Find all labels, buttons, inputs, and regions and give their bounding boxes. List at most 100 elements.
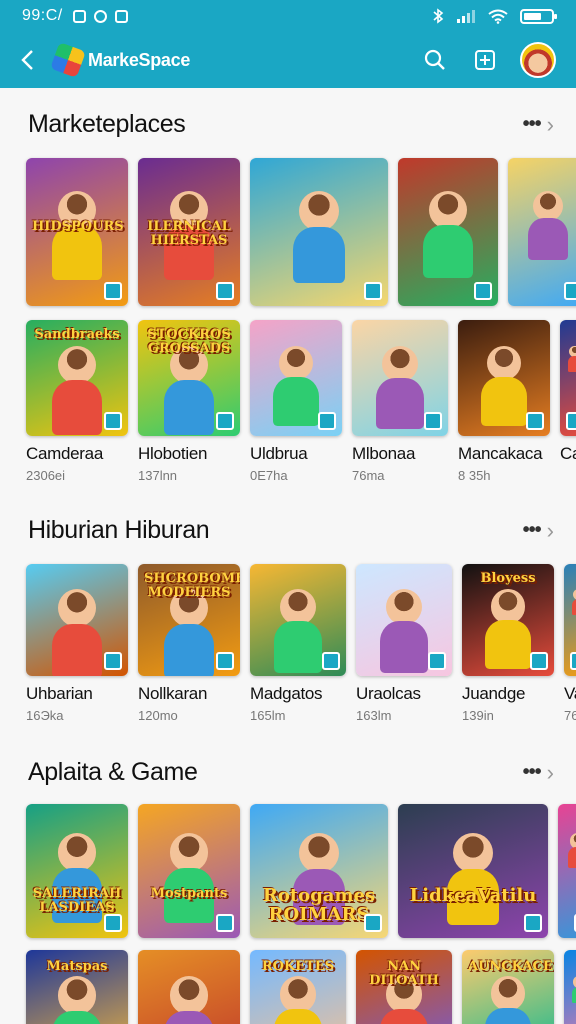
app-item[interactable]: Va 76 [564, 564, 576, 723]
back-button[interactable] [0, 32, 54, 88]
chevron-left-icon [21, 50, 33, 70]
app-item[interactable]: SHCROBOMEIS MODEIERS Nollkaran 120mo [138, 564, 240, 723]
card-art-title: Mostpants [150, 886, 228, 902]
character-illustration [57, 588, 97, 628]
app-badge-icon [104, 652, 122, 670]
app-card-image[interactable]: Bloyess [462, 564, 554, 676]
character-body [528, 217, 568, 261]
app-size: 163lm [356, 708, 392, 723]
app-card-image[interactable]: Sandbraeks [26, 320, 128, 436]
avatar[interactable] [520, 42, 556, 78]
character-body [51, 1011, 103, 1024]
app-card-image[interactable]: ILERNICAL HIERSTAS [138, 158, 240, 306]
app-item[interactable]: Rotogames ROIMARS [250, 804, 388, 938]
app-item[interactable] [138, 950, 240, 1024]
app-item[interactable] [250, 158, 388, 306]
app-item[interactable] [398, 158, 498, 306]
app-badge-icon [524, 914, 542, 932]
app-card-image[interactable] [564, 564, 576, 676]
app-card-image[interactable]: LidkeaVatilu [398, 804, 548, 938]
section-more-button[interactable]: ••• › [523, 518, 554, 544]
search-button[interactable] [420, 45, 450, 75]
app-item[interactable]: Uhbarian 16Эka [26, 564, 128, 723]
app-card-image[interactable]: Mostpants [138, 804, 240, 938]
app-card-image[interactable]: STOCKROS GROSSADS [138, 320, 240, 436]
app-item[interactable]: Mlbonaa 76ma [352, 320, 448, 483]
app-item[interactable]: Mancakaca 8 35h [458, 320, 550, 483]
app-item[interactable]: Uraolcas 163lm [356, 564, 452, 723]
app-badge-icon [526, 412, 544, 430]
app-item[interactable] [564, 950, 576, 1024]
card-art-title: NAN DITOATH [369, 959, 439, 988]
app-badge-icon [322, 652, 340, 670]
character-body [568, 847, 576, 869]
app-size: 0E7ha [250, 468, 288, 483]
app-item[interactable]: Mostpants [138, 804, 240, 938]
app-card-image[interactable] [356, 564, 452, 676]
app-item[interactable] [508, 158, 576, 306]
app-card-image[interactable] [250, 158, 388, 306]
app-item[interactable]: LidkeaVatilu [398, 804, 548, 938]
app-card-image[interactable]: SALERIRAH LASDIEAS [26, 804, 128, 938]
character-body [481, 376, 527, 426]
character-illustration [57, 345, 97, 385]
main-content[interactable]: Marketeplaces ••• › HIDSPOURS ILERNICAL H… [0, 88, 576, 1024]
app-card-image[interactable]: SHCROBOMEIS MODEIERS [138, 564, 240, 676]
section-more-button[interactable]: ••• › [523, 760, 554, 786]
app-item[interactable]: SALERIRAH LASDIEAS [26, 804, 128, 938]
add-square-icon [475, 50, 495, 70]
app-item[interactable]: Matspas [26, 950, 128, 1024]
app-size: 76 [564, 708, 576, 723]
app-item[interactable]: Bloyess Juandge 139in [462, 564, 554, 723]
app-item[interactable]: NAN DITOATH [356, 950, 452, 1024]
app-card-image[interactable] [250, 564, 346, 676]
app-badge-icon [216, 282, 234, 300]
character-illustration [299, 190, 339, 231]
app-item[interactable]: HIDSPOURS [26, 158, 128, 306]
bluetooth-icon [433, 8, 444, 24]
app-size: 165lm [250, 708, 286, 723]
app-card-image[interactable] [458, 320, 550, 436]
app-item[interactable]: AUNCKACE [462, 950, 554, 1024]
signal-icon [457, 10, 475, 23]
app-card-image[interactable] [26, 564, 128, 676]
more-dots-icon: ••• [522, 761, 542, 783]
app-badge-icon [530, 652, 548, 670]
app-card-image[interactable] [508, 158, 576, 306]
character-illustration [278, 345, 314, 381]
app-card-image[interactable] [398, 158, 498, 306]
app-card-image[interactable]: ROKETES [250, 950, 346, 1024]
app-card-image[interactable] [138, 950, 240, 1024]
app-card-image[interactable] [352, 320, 448, 436]
character-illustration [486, 345, 522, 381]
character-illustration [429, 190, 467, 229]
app-badge-icon [104, 282, 122, 300]
app-card-image[interactable]: NAN DITOATH [356, 950, 452, 1024]
app-item[interactable]: Uldbrua 0E7ha [250, 320, 342, 483]
app-card-image[interactable] [564, 950, 576, 1024]
character-body [163, 380, 215, 435]
app-size: 139in [462, 708, 494, 723]
character-body [567, 355, 576, 372]
app-size: 8 35h [458, 468, 491, 483]
section-more-button[interactable]: ••• › [523, 112, 554, 138]
app-item[interactable]: STOCKROS GROSSADS Hlobotien 137lnn [138, 320, 240, 483]
app-card-image[interactable] [558, 804, 576, 938]
character-body [163, 1011, 215, 1024]
add-button[interactable] [470, 45, 500, 75]
app-item[interactable]: Ca [560, 320, 576, 483]
app-item[interactable]: ILERNICAL HIERSTAS [138, 158, 240, 306]
app-card-image[interactable]: Matspas [26, 950, 128, 1024]
character-body [485, 1007, 531, 1024]
app-item[interactable]: ROKETES [250, 950, 346, 1024]
app-card-image[interactable]: HIDSPOURS [26, 158, 128, 306]
app-card-image[interactable]: AUNCKACE [462, 950, 554, 1024]
app-item[interactable]: Sandbraeks Camderaa 2306ei [26, 320, 128, 483]
app-card-image[interactable] [250, 320, 342, 436]
notification-icon [72, 9, 86, 23]
app-item[interactable]: Madgatos 165lm [250, 564, 346, 723]
app-card-image[interactable] [560, 320, 576, 436]
character-illustration [532, 190, 564, 221]
app-card-image[interactable]: Rotogames ROIMARS [250, 804, 388, 938]
app-item[interactable] [558, 804, 576, 938]
